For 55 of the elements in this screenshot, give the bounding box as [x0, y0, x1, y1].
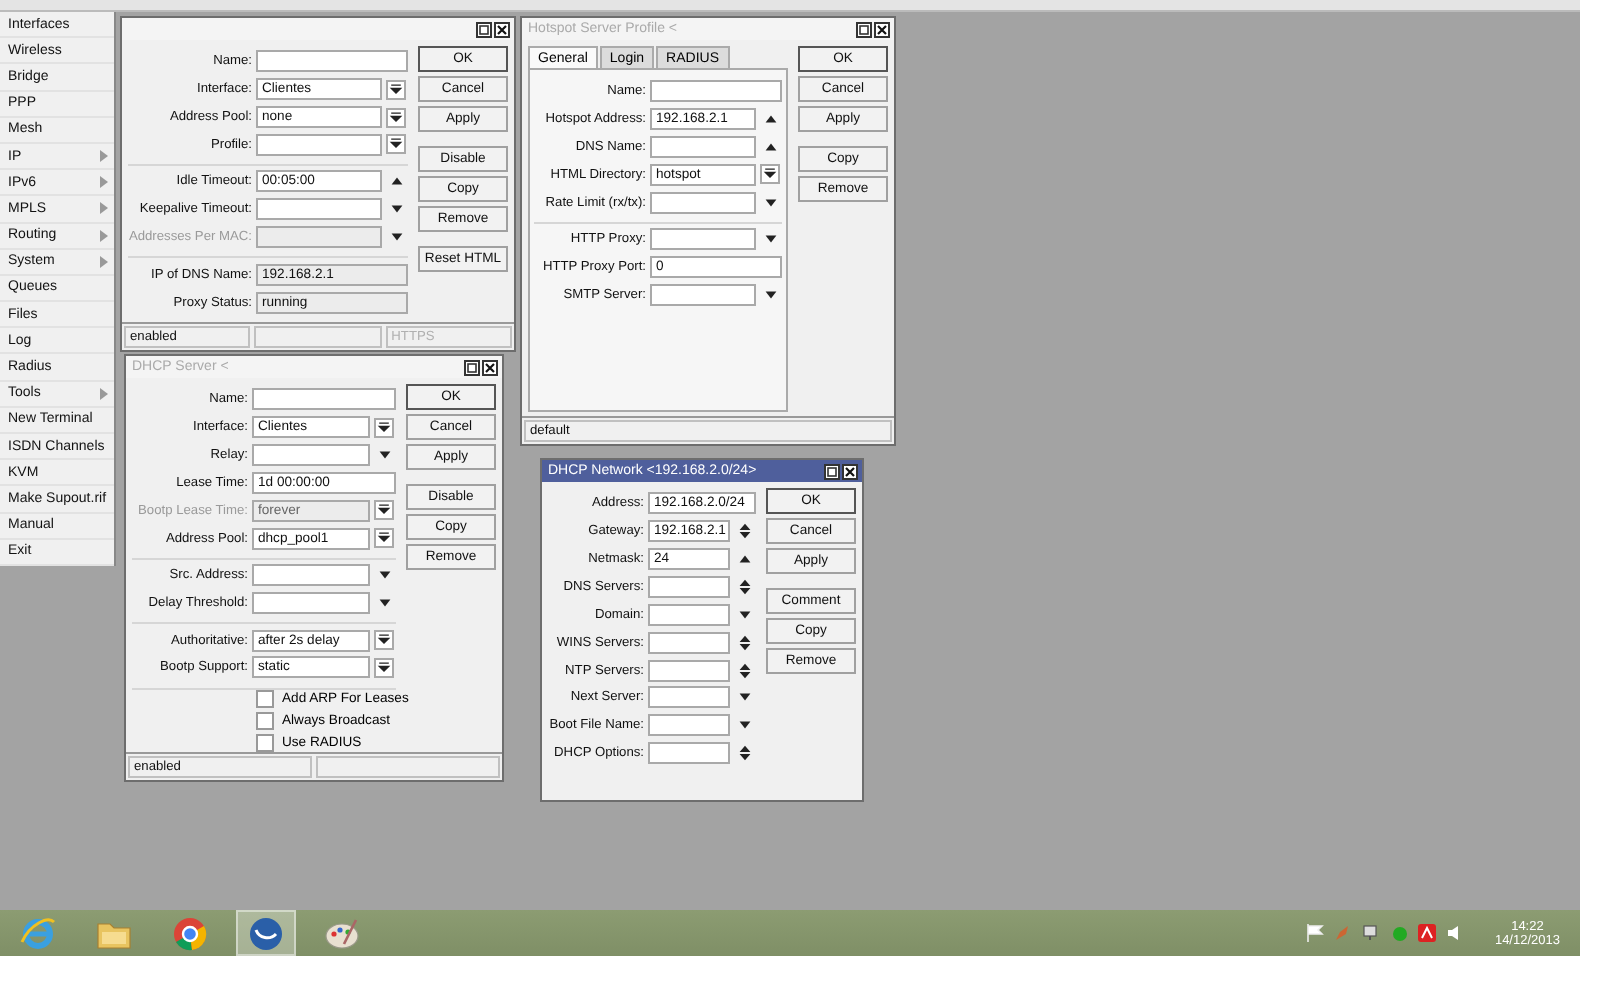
maximize-icon[interactable]	[464, 359, 480, 375]
up-down-icon[interactable]	[736, 633, 754, 652]
input-field[interactable]	[650, 136, 756, 159]
expand-up-icon[interactable]	[388, 172, 406, 191]
dropdown-button[interactable]	[374, 500, 394, 521]
maximize-icon[interactable]	[856, 21, 872, 37]
close-icon[interactable]	[842, 463, 858, 479]
input-field[interactable]	[650, 284, 756, 307]
round-logo-icon[interactable]	[248, 915, 284, 951]
input-field[interactable]	[650, 80, 782, 103]
maximize-icon[interactable]	[824, 463, 840, 479]
dropdown-button[interactable]	[386, 134, 406, 155]
letter-a-icon[interactable]	[1418, 924, 1437, 942]
dropdown-button[interactable]	[374, 657, 394, 678]
input-field[interactable]	[650, 228, 756, 251]
input-field[interactable]	[256, 133, 382, 156]
dropdown-button[interactable]	[386, 107, 406, 128]
round-browser-icon[interactable]	[172, 915, 208, 951]
network-icon[interactable]	[1362, 924, 1381, 942]
input-field[interactable]	[648, 575, 730, 598]
input-field[interactable]	[648, 631, 730, 654]
dropdown-button[interactable]	[374, 528, 394, 549]
expand-down-icon[interactable]	[736, 605, 754, 624]
checkbox[interactable]	[256, 711, 274, 730]
close-icon[interactable]	[874, 21, 890, 37]
close-icon[interactable]	[482, 359, 498, 375]
dropdown-button[interactable]	[374, 417, 394, 438]
checkbox[interactable]	[256, 733, 274, 752]
input-field[interactable]	[252, 592, 370, 615]
dropdown-button[interactable]	[386, 79, 406, 100]
input-field[interactable]	[648, 659, 730, 682]
dropdown-button[interactable]	[374, 630, 394, 651]
folder-icon[interactable]	[96, 917, 132, 949]
input-field[interactable]	[648, 603, 730, 626]
input-field[interactable]	[648, 686, 730, 709]
input-field[interactable]	[252, 388, 396, 411]
up-down-icon[interactable]	[736, 522, 754, 541]
up-down-icon[interactable]	[736, 577, 754, 596]
maximize-icon[interactable]	[476, 21, 492, 37]
input-field[interactable]	[648, 742, 730, 765]
input-field[interactable]	[648, 714, 730, 737]
input-field[interactable]	[256, 50, 408, 73]
input-field[interactable]	[650, 191, 756, 214]
input-field[interactable]	[252, 564, 370, 587]
palette-icon[interactable]	[324, 915, 360, 951]
input-field[interactable]	[256, 226, 382, 249]
flag-icon[interactable]	[1306, 924, 1325, 942]
input-field[interactable]	[256, 198, 382, 221]
close-icon[interactable]	[494, 21, 510, 37]
up-down-icon[interactable]	[736, 744, 754, 763]
status-cell	[254, 326, 382, 348]
up-down-icon[interactable]	[736, 661, 754, 680]
dropdown-button[interactable]	[760, 164, 780, 185]
expand-up-icon[interactable]	[736, 550, 754, 569]
input-field[interactable]	[252, 444, 370, 467]
